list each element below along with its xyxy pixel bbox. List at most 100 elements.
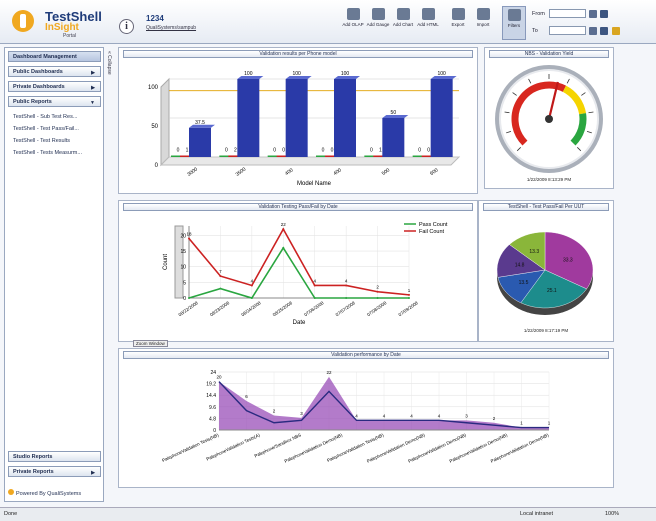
point-label: 4 [355,413,358,418]
panel3-title: Validation Testing Pass/Fail by Date [123,203,473,211]
info-icon[interactable]: i [119,19,134,34]
brand-portal: Portal [63,33,77,39]
x-axis-label: Date [293,320,306,326]
legend-label: Pass Count [419,222,448,228]
report-link-2[interactable]: TestShell - Test Pass/Fail... [13,126,79,132]
point-label: 1 [548,421,551,426]
panel2-title: NBS - Validation Yield [489,50,609,58]
point-label: 4 [438,413,441,418]
panel5-title: Validation performance by Date [123,351,609,359]
bar-value-label: 0 [225,148,228,154]
bar-value-label: 100 [292,71,301,77]
collapse-toggle[interactable]: « Collapse [106,51,112,75]
powered-by: Powered By QualiSystems [8,489,81,497]
add-olap-label: Add OLAP [342,22,364,27]
add-gauge-button[interactable]: Add Gauge [366,6,390,40]
point-label: 18 [186,232,192,237]
report-link-3[interactable]: TestShell - Test Results [13,138,70,144]
from-date-input[interactable] [549,9,586,18]
panel-nbs-yield: NBS - Validation Yield 1/22/2009 8:13:29… [484,47,614,189]
export-button[interactable]: Export [446,6,470,40]
to-calendar-icon[interactable] [589,27,597,35]
from-label: From [532,11,545,17]
import-button[interactable]: Import [471,6,495,40]
private-dashboards-label: Private Dashboards [13,84,65,90]
gauge-date: 1/22/2009 8:13:29 PM [526,177,572,182]
bar [189,127,211,157]
account-user[interactable]: QualiSystems\sampub [146,25,196,31]
y-tick-label: 14.4 [206,393,216,399]
data-point [376,290,379,293]
zoom-window-tooltip: Zoom Window [133,340,168,347]
bar-value-label: 37.5 [195,120,205,126]
panel-pass-fail-uut: TestShell - Test Pass/Fail Per UUT 33.3 2… [478,200,614,342]
testshell-logo-icon [12,10,34,32]
olap-icon [346,8,360,20]
pie-slice-label: 13.3 [529,249,539,255]
dashboard-management-button[interactable]: Dashboard Management [8,51,101,62]
bar [334,79,356,157]
pie-slice-label: 25.1 [547,288,557,294]
y-tick-label: 0 [183,296,186,302]
bar-value-label: 0 [427,148,430,154]
y-tick-label: 100 [148,85,159,91]
y-tick-label: 4.8 [209,416,216,422]
add-gauge-label: Add Gauge [366,22,390,27]
x-tick-label: 07/06/2008 [303,300,325,317]
data-point [219,275,222,278]
bar-value-label: 100 [341,71,350,77]
to-clear-icon[interactable] [600,27,608,35]
data-point [408,297,410,299]
point-label: 3 [465,413,468,418]
studio-reports-button[interactable]: Studio Reports [8,451,101,462]
y-tick-label: 0 [155,163,159,169]
add-chart-label: Add Chart [392,22,414,27]
account-id: 1234 [146,14,164,23]
point-label: 3 [300,411,303,416]
y-tick-label: 15 [180,249,186,255]
import-label: Import [476,22,490,27]
bar-value-label: 1 [186,148,189,154]
add-olap-button[interactable]: Add OLAP [341,6,365,40]
sidebar: Dashboard Management Public Dashboards ▶ … [4,47,104,502]
dashboard-management-label: Dashboard Management [13,54,77,60]
filters-button[interactable]: Filters [502,6,526,40]
from-calendar-icon[interactable] [589,10,597,18]
pie-date: 1/22/2009 8:17:19 PM [523,328,569,333]
bar-floor [159,156,461,166]
from-clear-icon[interactable] [600,10,608,18]
public-reports-button[interactable]: Public Reports ▼ [8,96,101,107]
private-reports-button[interactable]: Private Reports ▶ [8,466,101,477]
y-tick-label: 5 [183,280,186,286]
x-tick-label: 400 [332,167,342,177]
filter-icon [507,9,521,21]
point-label: 1 [408,288,411,293]
public-dashboards-button[interactable]: Public Dashboards ▶ [8,66,101,77]
bar-value-label: 2 [234,147,237,153]
bar-value-label: 0 [322,148,325,154]
panel1-title: Validation results per Phone model [123,50,473,58]
report-link-4[interactable]: TestShell - Tests Measurm... [13,150,82,156]
series-line [188,246,409,299]
zoom-level[interactable]: 100% [605,511,619,517]
x-tick-label: 500 [381,167,391,177]
go-icon[interactable] [612,27,620,35]
add-chart-button[interactable]: Add Chart [391,6,415,40]
data-point [219,287,222,290]
chevron-right-icon: ▶ [91,70,95,76]
line-chart: 05101520 1874224 42108/22/2008 08/23/2008 08… [163,222,448,326]
to-date-input[interactable] [549,26,586,35]
point-label: 1 [520,421,523,426]
zone-label: Local intranet [520,511,554,517]
report-link-1[interactable]: TestShell - Sub Test Res... [13,114,77,120]
private-dashboards-button[interactable]: Private Dashboards ▶ [8,81,101,92]
pie-chart: 33.3 25.1 13.5 14.8 13.3 [496,231,594,315]
add-html-button[interactable]: Add HTML [416,6,440,40]
to-label: To [532,28,538,34]
point-label: 2 [376,285,379,290]
panel4-title: TestShell - Test Pass/Fail Per UUT [483,203,609,211]
data-point [313,284,316,287]
x-tick-label: 08/22/2008 [177,300,199,317]
x-tick-label: 600 [429,167,439,177]
public-reports-label: Public Reports [13,99,52,105]
